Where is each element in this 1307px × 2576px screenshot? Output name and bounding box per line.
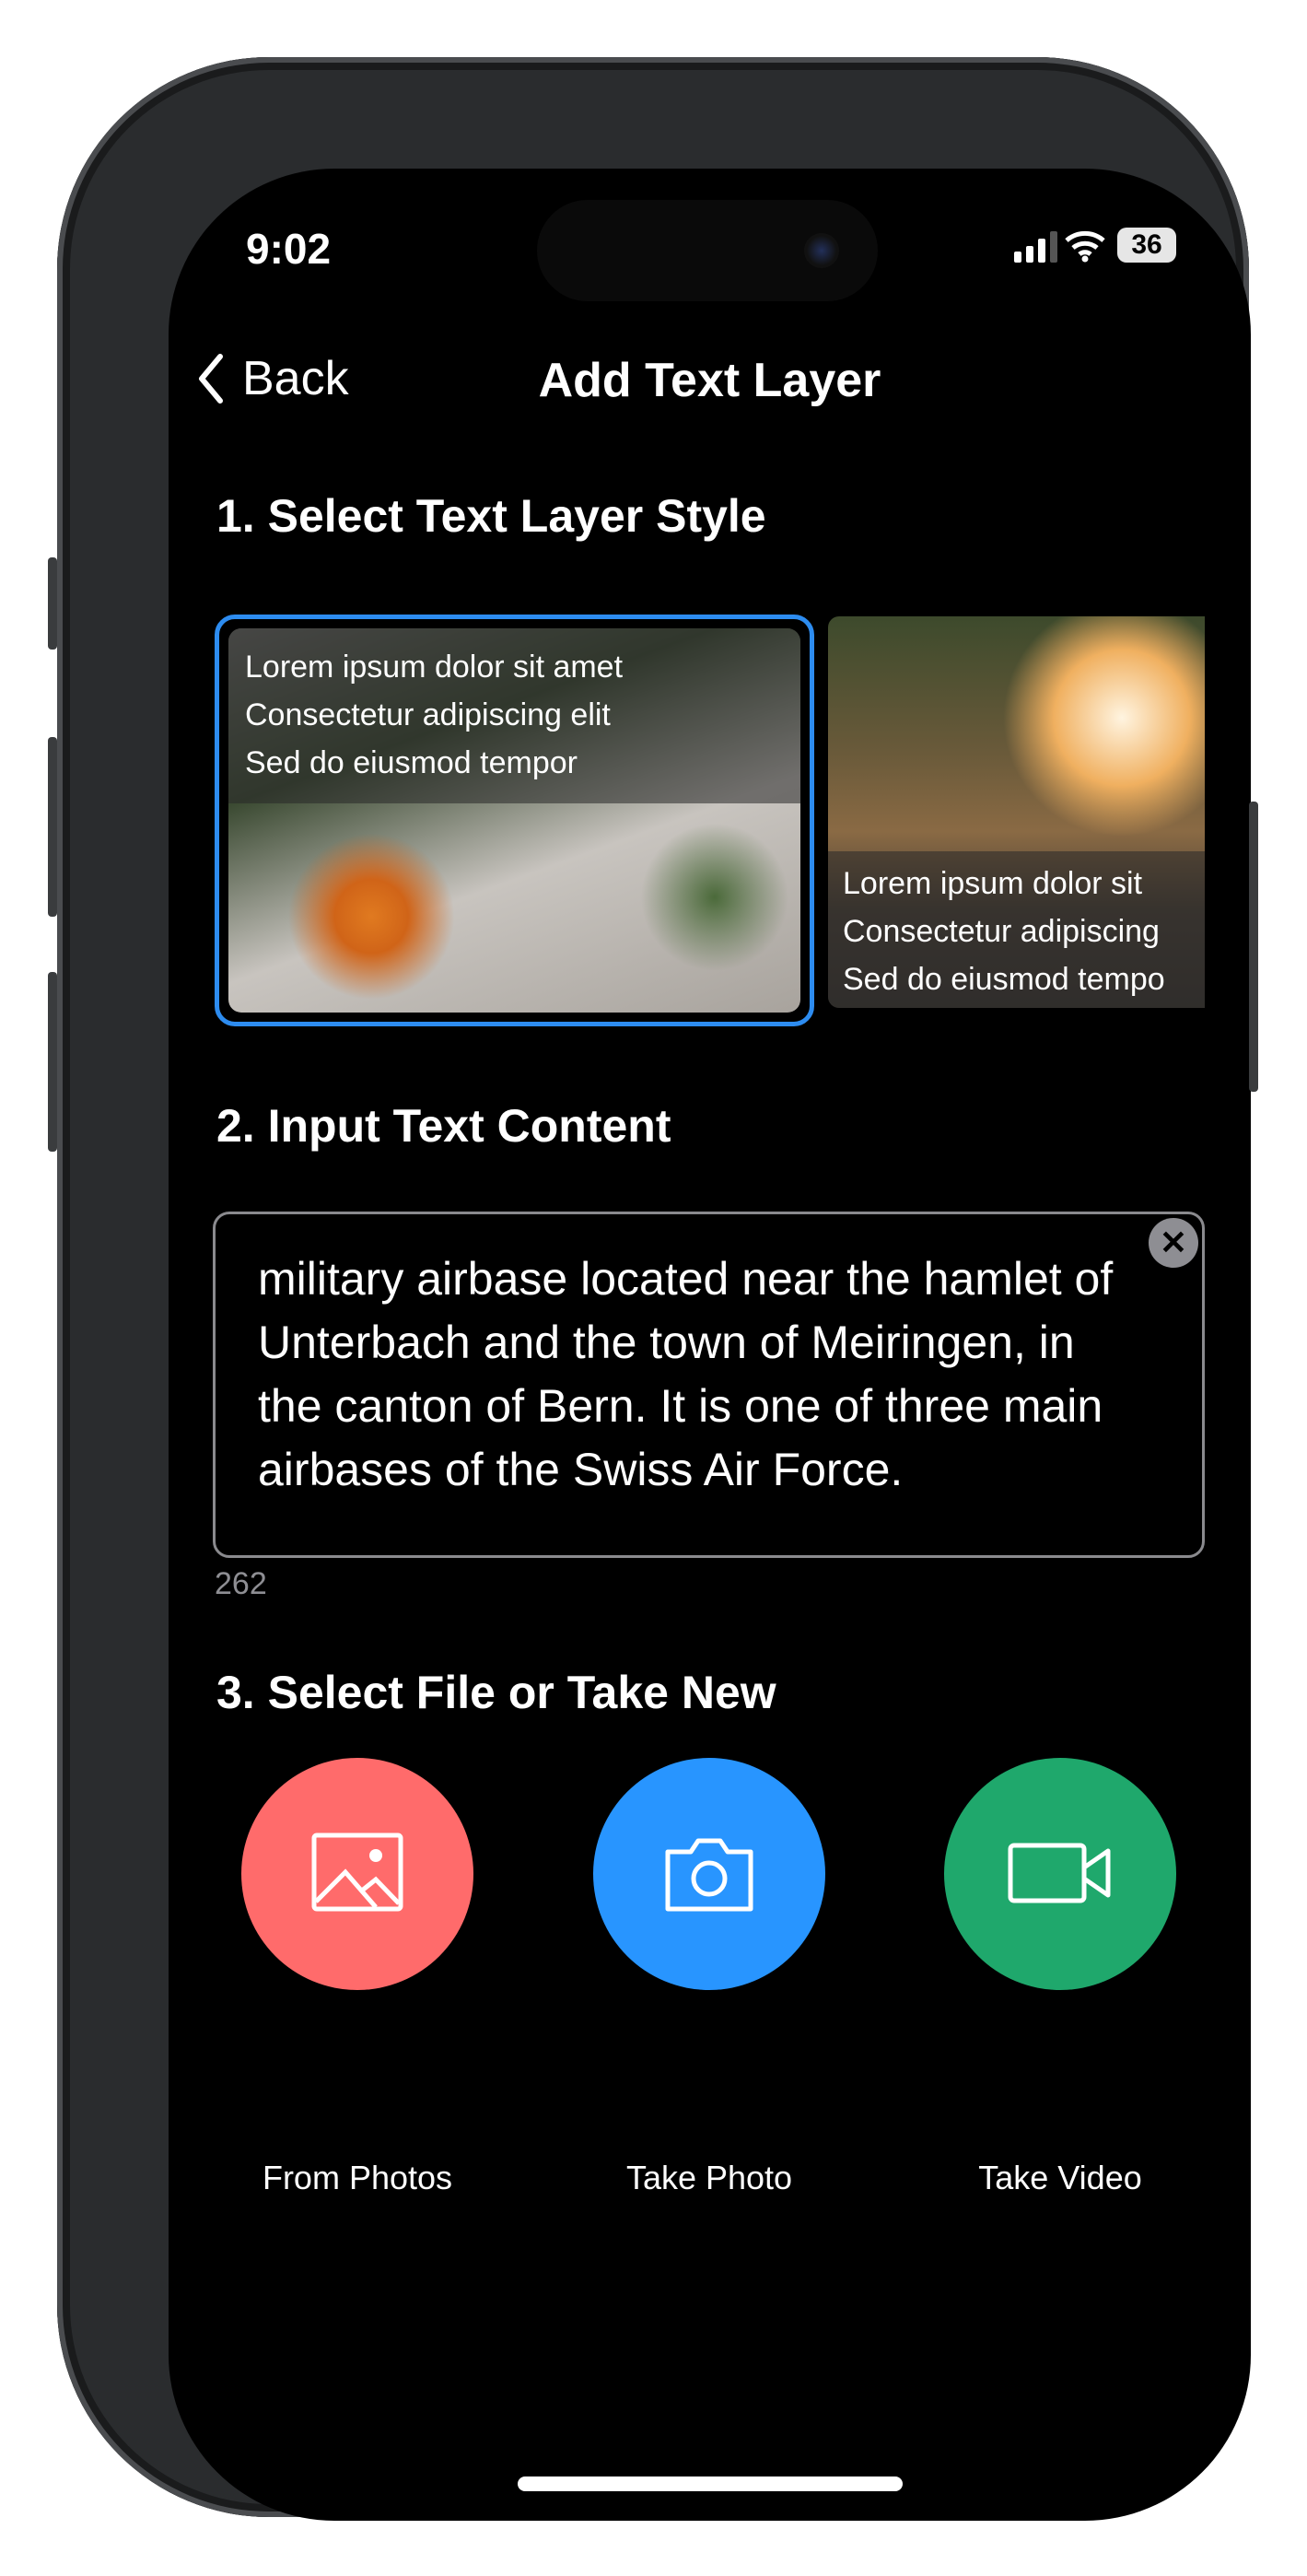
page-title: Add Text Layer bbox=[538, 354, 881, 407]
clear-text-button[interactable]: ✕ bbox=[1149, 1218, 1198, 1268]
text-content-value: military airbase located near the hamlet… bbox=[258, 1253, 1114, 1495]
phone-frame: 9:02 36 Back Add Text Layer 1. Select Te… bbox=[57, 57, 1251, 2521]
preview-line: Sed do eiusmod tempor bbox=[245, 745, 578, 780]
style-card-top-text[interactable]: Lorem ipsum dolor sit amet Consectetur a… bbox=[215, 615, 814, 1026]
front-camera bbox=[804, 233, 839, 268]
section-heading-file: 3. Select File or Take New bbox=[216, 1667, 776, 1718]
close-icon: ✕ bbox=[1159, 1224, 1188, 1261]
image-icon bbox=[311, 1832, 403, 1912]
camera-icon bbox=[665, 1838, 753, 1912]
style-card-bottom-text[interactable]: Lorem ipsum dolor sit Consectetur adipis… bbox=[828, 616, 1205, 1008]
take-video-button[interactable] bbox=[944, 1758, 1176, 1990]
status-time: 9:02 bbox=[246, 225, 332, 273]
from-photos-label: From Photos bbox=[262, 2159, 453, 2196]
wifi-icon bbox=[1065, 230, 1105, 263]
volume-up-button bbox=[48, 737, 57, 917]
character-count: 262 bbox=[215, 1566, 267, 1601]
take-photo-button[interactable] bbox=[593, 1758, 825, 1990]
side-button bbox=[1249, 802, 1258, 1092]
preview-line: Consectetur adipiscing elit bbox=[245, 697, 611, 732]
video-icon bbox=[1008, 1843, 1111, 1903]
action-button bbox=[48, 557, 57, 650]
signal-icon bbox=[1014, 231, 1057, 263]
screen: 9:02 36 Back Add Text Layer 1. Select Te… bbox=[169, 169, 1251, 2521]
preview-line: Consectetur adipiscing bbox=[843, 914, 1160, 949]
battery-icon: 36 bbox=[1117, 228, 1176, 263]
style-preview-image bbox=[1002, 616, 1205, 837]
from-photos-button[interactable] bbox=[241, 1758, 473, 1990]
section-heading-input: 2. Input Text Content bbox=[216, 1100, 671, 1152]
home-indicator[interactable] bbox=[518, 2476, 903, 2491]
style-preview-image: Lorem ipsum dolor sit amet Consectetur a… bbox=[228, 628, 800, 1013]
volume-down-button bbox=[48, 972, 57, 1152]
section-heading-style: 1. Select Text Layer Style bbox=[216, 490, 766, 542]
take-video-label: Take Video bbox=[978, 2159, 1142, 2196]
text-content-input[interactable]: military airbase located near the hamlet… bbox=[213, 1212, 1205, 1558]
take-photo-label: Take Photo bbox=[625, 2159, 793, 2196]
preview-line: Lorem ipsum dolor sit amet bbox=[245, 650, 624, 685]
preview-line: Lorem ipsum dolor sit bbox=[843, 866, 1143, 901]
preview-line: Sed do eiusmod tempo bbox=[843, 962, 1165, 997]
